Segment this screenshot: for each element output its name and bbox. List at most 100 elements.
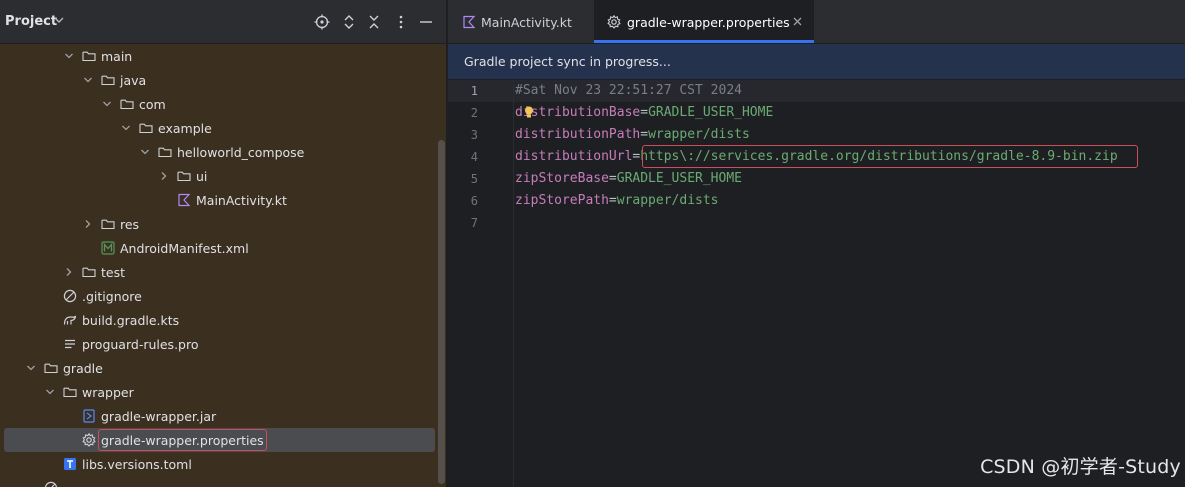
gradle-icon	[63, 315, 77, 325]
sync-notification-banner: Gradle project sync in progress...	[448, 44, 1185, 80]
code-line-5[interactable]: zipStoreBase=GRADLE_USER_HOME	[515, 171, 742, 186]
property-equals: =	[640, 127, 649, 142]
chevron-down-icon[interactable]	[26, 363, 36, 373]
expand-all-icon[interactable]	[341, 14, 357, 30]
editor-tab-bar: MainActivity.kt gradle-wrapper.propertie…	[448, 0, 1185, 44]
line-number: 4	[470, 150, 478, 164]
tree-item-gitignore[interactable]: .gitignore	[0, 284, 440, 308]
tree-item-label: res	[120, 217, 140, 232]
chevron-right-icon[interactable]	[83, 219, 93, 229]
line-number: 7	[470, 216, 478, 230]
chevron-down-icon[interactable]	[121, 123, 131, 133]
code-line-1[interactable]: #Sat Nov 23 22:51:27 CST 2024	[515, 83, 742, 98]
line-number: 2	[470, 106, 478, 120]
folder-icon	[177, 171, 191, 182]
property-value: GRADLE_USER_HOME	[616, 171, 742, 186]
tree-item-mainactivity[interactable]: MainActivity.kt	[0, 188, 440, 212]
property-key: zipStoreBase	[515, 171, 609, 186]
chevron-down-icon[interactable]	[102, 99, 112, 109]
tree-item-build-gradle[interactable]: build.gradle.kts	[0, 308, 440, 332]
tree-item-gradle-wrapper-jar[interactable]: gradle-wrapper.jar	[0, 404, 440, 428]
folder-icon	[101, 75, 115, 86]
tree-item-ui[interactable]: ui	[0, 164, 440, 188]
tree-item-wrapper[interactable]: wrapper	[0, 380, 440, 404]
gear-icon	[82, 433, 96, 447]
tree-item-proguard-rules[interactable]: proguard-rules.pro	[0, 332, 440, 356]
toml-file-icon	[64, 458, 76, 470]
tree-item-label: AndroidManifest.xml	[120, 241, 249, 256]
tab-label: MainActivity.kt	[481, 15, 572, 30]
property-value: GRADLE_USER_HOME	[648, 105, 774, 120]
banner-text: Gradle project sync in progress...	[464, 54, 671, 69]
tree-item-label: example	[158, 121, 212, 136]
tree-item-label: java	[120, 73, 147, 88]
folder-icon	[82, 51, 96, 62]
manifest-icon	[101, 241, 115, 255]
chevron-down-icon[interactable]	[140, 147, 150, 157]
watermark-text: CSDN @初学者-Study	[980, 456, 1181, 478]
locate-icon[interactable]	[314, 14, 330, 30]
code-line-3[interactable]: distributionPath=wrapper/dists	[515, 127, 750, 142]
project-panel: Project main java com example helloworld…	[0, 0, 447, 487]
folder-icon	[101, 219, 115, 230]
tree-item-label: MainActivity.kt	[196, 193, 287, 208]
vertical-scrollbar[interactable]	[438, 140, 445, 484]
chevron-down-icon[interactable]	[54, 16, 64, 24]
property-key: zipStorePath	[515, 193, 609, 208]
minimize-icon[interactable]	[418, 14, 434, 30]
folder-icon	[82, 267, 96, 278]
collapse-all-icon[interactable]	[366, 14, 382, 30]
line-number: 6	[470, 194, 478, 208]
annotation-highlight-box	[642, 145, 1138, 168]
kotlin-icon	[463, 15, 476, 29]
code-line-2[interactable]: distributionBase=GRADLE_USER_HOME	[515, 105, 773, 120]
chevron-right-icon[interactable]	[64, 267, 74, 277]
tree-item-test[interactable]: test	[0, 260, 440, 284]
folder-icon	[120, 99, 134, 110]
folder-icon	[63, 387, 77, 398]
ignore-file-icon	[63, 289, 77, 303]
tree-item-main[interactable]: main	[0, 44, 440, 68]
tree-item-label: test	[101, 265, 126, 280]
text-file-icon	[65, 339, 75, 349]
property-key: distributionUrl	[515, 149, 633, 164]
property-key: distributionPath	[515, 127, 641, 142]
editor-area: MainActivity.kt gradle-wrapper.propertie…	[448, 0, 1185, 487]
annotation-highlight-box	[98, 429, 267, 451]
property-equals: =	[640, 105, 649, 120]
folder-icon	[44, 363, 58, 374]
tab-mainactivity[interactable]: MainActivity.kt	[448, 0, 594, 44]
chevron-down-icon[interactable]	[64, 51, 74, 61]
more-options-icon[interactable]	[393, 14, 409, 30]
lightbulb-icon[interactable]	[524, 106, 534, 119]
close-icon[interactable]	[793, 17, 802, 26]
tree-item-label: gradle-wrapper.jar	[101, 409, 217, 424]
ignore-file-icon	[44, 481, 58, 487]
folder-icon	[158, 147, 172, 158]
tree-item-com[interactable]: com	[0, 92, 440, 116]
active-tab-indicator	[594, 40, 814, 43]
tree-item-libs-versions-toml[interactable]: libs.versions.toml	[0, 452, 440, 476]
tree-item-label: .gitignore	[82, 289, 142, 304]
chevron-right-icon[interactable]	[159, 171, 169, 181]
tree-item-example[interactable]: example	[0, 116, 440, 140]
line-number: 5	[470, 172, 478, 186]
property-equals: =	[608, 171, 617, 186]
jar-file-icon	[83, 409, 95, 423]
tree-item-androidmanifest[interactable]: AndroidManifest.xml	[0, 236, 440, 260]
chevron-down-icon[interactable]	[83, 75, 93, 85]
line-number: 1	[470, 84, 478, 98]
tree-item-gradle[interactable]: gradle	[0, 356, 440, 380]
tree-item-partial[interactable]	[0, 476, 440, 487]
line-number: 3	[470, 128, 478, 142]
project-panel-header: Project	[0, 0, 447, 44]
project-panel-title[interactable]: Project	[5, 14, 57, 29]
code-line-6[interactable]: zipStorePath=wrapper/dists	[515, 193, 719, 208]
tree-item-java[interactable]: java	[0, 68, 440, 92]
tree-item-helloworld-compose[interactable]: helloworld_compose	[0, 140, 440, 164]
chevron-down-icon[interactable]	[45, 387, 55, 397]
tree-item-label: gradle	[63, 361, 103, 376]
tab-gradle-wrapper-properties[interactable]: gradle-wrapper.properties	[594, 0, 814, 44]
property-value: wrapper/dists	[648, 127, 750, 142]
tree-item-res[interactable]: res	[0, 212, 440, 236]
